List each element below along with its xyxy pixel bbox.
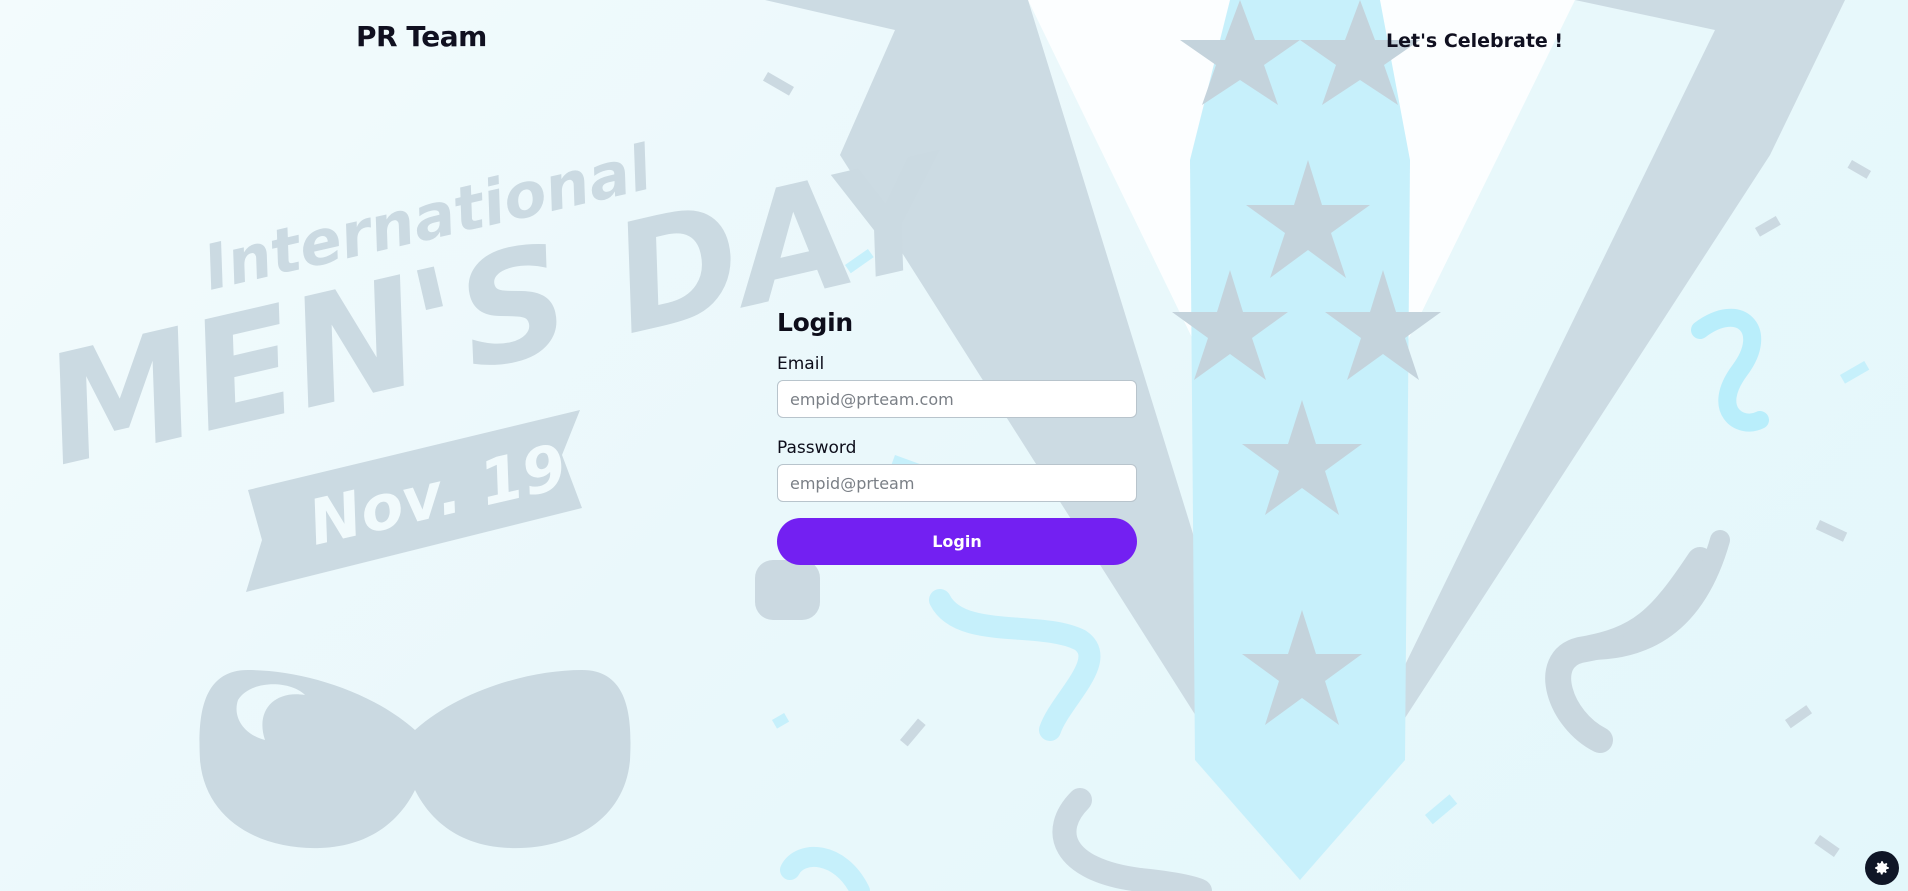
settings-button[interactable] [1865,851,1899,885]
password-input[interactable] [777,464,1137,502]
brand-logo[interactable]: PR Team [356,20,487,53]
login-title: Login [777,308,853,337]
email-input[interactable] [777,380,1137,418]
email-label: Email [777,354,825,374]
moustache-shape [199,670,631,849]
gear-icon [1875,861,1889,875]
login-form: Login Email Password Login [777,308,1138,565]
login-button[interactable]: Login [777,518,1137,565]
celebrate-link[interactable]: Let's Celebrate ! [1386,30,1563,52]
password-label: Password [777,438,857,458]
